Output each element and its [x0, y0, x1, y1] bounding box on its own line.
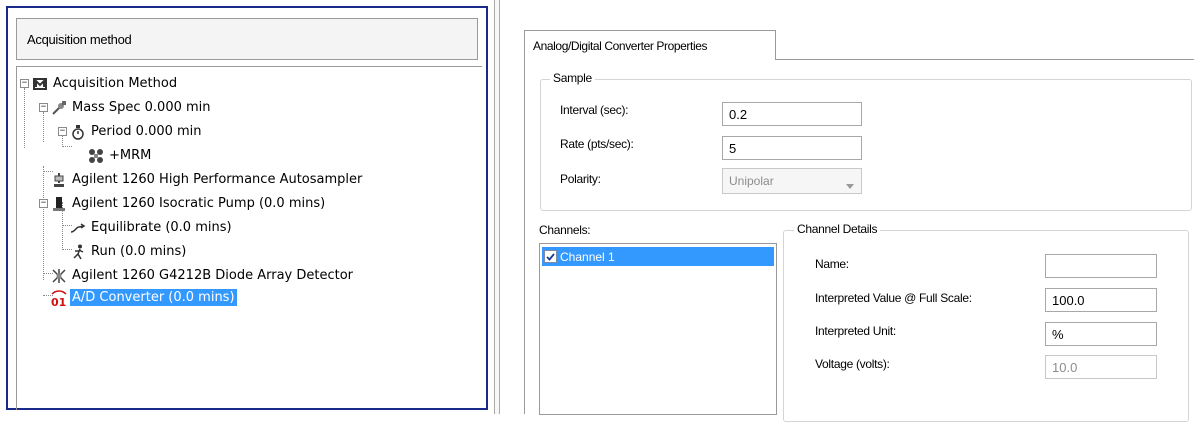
tab-ad-converter-properties[interactable]: Analog/Digital Converter Properties: [524, 30, 776, 60]
tree-item-ad-converter[interactable]: 01 A/D Converter (0.0 mins): [50, 287, 237, 308]
channel-details-legend: Channel Details: [794, 222, 881, 236]
collapse-toggle[interactable]: −: [20, 79, 29, 88]
interval-input[interactable]: 0.2: [722, 102, 862, 126]
tab-content: Sample Interval (sec): 0.2 Rate (pts/sec…: [524, 59, 1194, 422]
channel-checkbox[interactable]: [544, 250, 557, 263]
name-input[interactable]: [1045, 254, 1157, 278]
tree-item-label: Agilent 1260 Isocratic Pump (0.0 mins): [72, 196, 326, 211]
tree-item-equilibrate[interactable]: Equilibrate (0.0 mins): [69, 217, 234, 238]
channels-label: Channels:: [539, 223, 591, 237]
run-icon: [69, 243, 87, 261]
svg-text:01: 01: [51, 296, 66, 307]
tree-item-autosampler[interactable]: Agilent 1260 High Performance Autosample…: [50, 169, 364, 190]
sample-group: Sample: [540, 71, 1192, 211]
pump-icon: [50, 195, 68, 213]
channels-list[interactable]: Channel 1: [539, 243, 777, 415]
tree-item-label: Run (0.0 mins): [91, 244, 187, 259]
rate-input[interactable]: 5: [722, 136, 862, 160]
method-icon: [31, 75, 49, 93]
tree-item-mass-spec[interactable]: Mass Spec 0.000 min: [50, 97, 213, 118]
tree-item-label: A/D Converter (0.0 mins): [70, 289, 237, 306]
tree-item-isocratic-pump[interactable]: Agilent 1260 Isocratic Pump (0.0 mins): [50, 193, 327, 214]
polarity-value: Unipolar: [729, 174, 774, 188]
tree-item-label: Agilent 1260 G4212B Diode Array Detector: [72, 268, 354, 283]
tree-item-label: Agilent 1260 High Performance Autosample…: [72, 172, 363, 187]
equilibrate-icon: [69, 219, 87, 237]
tree-item-label: Period 0.000 min: [91, 124, 202, 139]
tree-item-label: Equilibrate (0.0 mins): [91, 220, 232, 235]
polarity-select[interactable]: Unipolar: [722, 168, 862, 194]
tree-connector: [24, 88, 25, 148]
interval-label: Interval (sec):: [560, 103, 629, 117]
rate-label: Rate (pts/sec):: [560, 137, 634, 151]
tree-item-acquisition-method[interactable]: Acquisition Method: [31, 73, 179, 94]
collapse-toggle[interactable]: −: [39, 199, 48, 208]
polarity-label: Polarity:: [560, 172, 601, 186]
detector-icon: [50, 267, 68, 285]
autosampler-icon: [50, 171, 68, 189]
period-icon: [69, 123, 87, 141]
tree-connector: [62, 146, 72, 147]
name-label: Name:: [815, 257, 849, 271]
tree-item-run[interactable]: Run (0.0 mins): [69, 241, 188, 262]
voltage-label: Voltage (volts):: [815, 357, 890, 371]
mass-spec-icon: [50, 99, 68, 117]
tree-item-period[interactable]: Period 0.000 min: [69, 121, 204, 142]
chevron-down-icon: [846, 178, 854, 192]
tree-item-label: Acquisition Method: [53, 76, 178, 91]
voltage-input: 10.0: [1045, 355, 1157, 379]
full-scale-label: Interpreted Value @ Full Scale:: [815, 291, 972, 305]
unit-input[interactable]: %: [1045, 322, 1157, 346]
tree-item-diode-array-detector[interactable]: Agilent 1260 G4212B Diode Array Detector: [50, 265, 355, 286]
mrm-icon: [87, 147, 105, 165]
tree-connector: [43, 112, 44, 142]
acquisition-method-panel: Acquisition method − − − − Acquisition M…: [6, 6, 488, 410]
full-scale-input[interactable]: 100.0: [1045, 288, 1157, 312]
unit-label: Interpreted Unit:: [815, 324, 896, 338]
tree-item-mrm[interactable]: +MRM: [87, 145, 153, 166]
list-item[interactable]: Channel 1: [542, 247, 774, 266]
collapse-toggle[interactable]: −: [58, 127, 67, 136]
panel-header: Acquisition method: [16, 18, 478, 60]
collapse-toggle[interactable]: −: [39, 103, 48, 112]
ad-converter-icon: 01: [50, 289, 68, 307]
channel-label: Channel 1: [560, 249, 615, 264]
tree-connector: [43, 166, 44, 280]
tree-item-label: Mass Spec 0.000 min: [72, 100, 211, 115]
sample-group-legend: Sample: [550, 71, 595, 85]
properties-panel: Analog/Digital Converter Properties Samp…: [514, 30, 1194, 422]
panel-splitter[interactable]: [494, 0, 500, 414]
method-tree[interactable]: − − − − Acquisition Method Mass Spec 0.0…: [16, 66, 482, 410]
tree-item-label: +MRM: [109, 148, 152, 163]
